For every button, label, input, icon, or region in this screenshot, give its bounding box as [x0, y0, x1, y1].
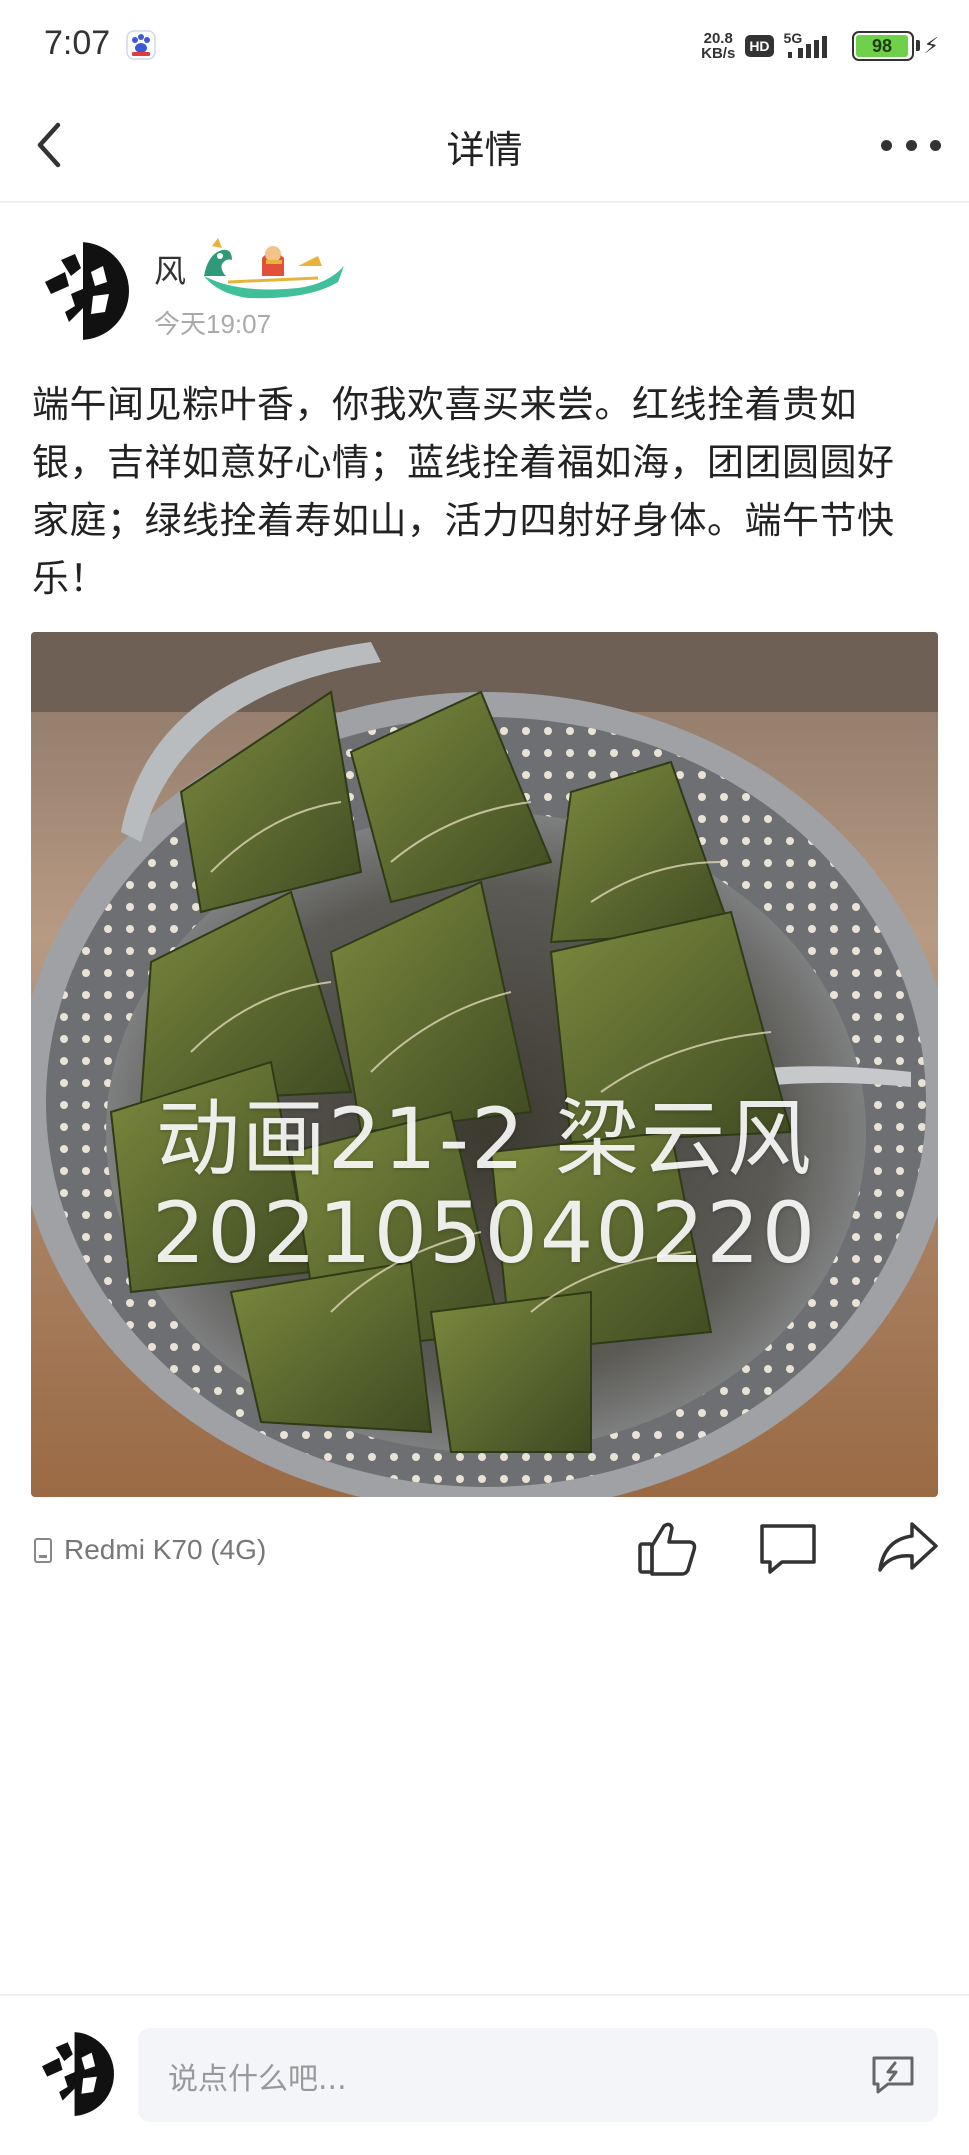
baidu-paw-icon: [126, 30, 156, 60]
sticker-icon[interactable]: [870, 2052, 916, 2096]
username[interactable]: 风: [154, 246, 186, 292]
phone-icon: [34, 1537, 52, 1563]
dragon-boat-badge-icon: [204, 238, 344, 299]
nav-bar: 详情: [0, 95, 969, 203]
hd-badge: HD: [745, 35, 774, 57]
comment-icon: [760, 1524, 816, 1574]
post-image[interactable]: 动画21-2 梁云风 202105040220: [31, 632, 938, 1497]
zongzi-photo: [31, 632, 938, 1497]
battery-level: 98: [855, 35, 909, 57]
charging-icon: ⚡: [923, 33, 939, 59]
comment-placeholder: 说点什么吧...: [168, 2062, 347, 2097]
share-button[interactable]: [876, 1518, 940, 1578]
thumbs-up-icon: [638, 1522, 697, 1576]
net-speed: 20.8 KB/s: [701, 30, 736, 62]
comment-button[interactable]: [756, 1518, 820, 1578]
post-text: 端午闻见粽叶香，你我欢喜买来尝。红线拴着贵如银，吉祥如意好心情；蓝线拴着福如海，…: [32, 383, 895, 600]
more-button[interactable]: [881, 125, 941, 165]
status-bar: 7:07 20.8 KB/s HD 5G 98 ⚡: [0, 0, 969, 95]
image-watermark-line1: 动画21-2 梁云风: [155, 1090, 814, 1188]
post-time: 今天19:07: [154, 309, 272, 339]
avatar[interactable]: [31, 242, 129, 340]
share-icon: [878, 1522, 938, 1572]
like-button[interactable]: [636, 1518, 700, 1578]
comment-bar: 说点什么吧...: [0, 1994, 969, 2155]
battery-icon: 98: [851, 31, 920, 61]
more-dots-icon: [881, 139, 892, 151]
status-time: 7:07: [44, 24, 111, 62]
device-info: Redmi K70 (4G): [34, 1534, 266, 1566]
my-avatar[interactable]: [30, 2032, 114, 2116]
comment-input[interactable]: 说点什么吧...: [138, 2028, 938, 2122]
page-title: 详情: [446, 128, 523, 172]
image-watermark-line2: 202105040220: [151, 1184, 818, 1282]
device-name: Redmi K70 (4G): [64, 1534, 267, 1565]
signal-icon: 5G: [784, 30, 842, 62]
